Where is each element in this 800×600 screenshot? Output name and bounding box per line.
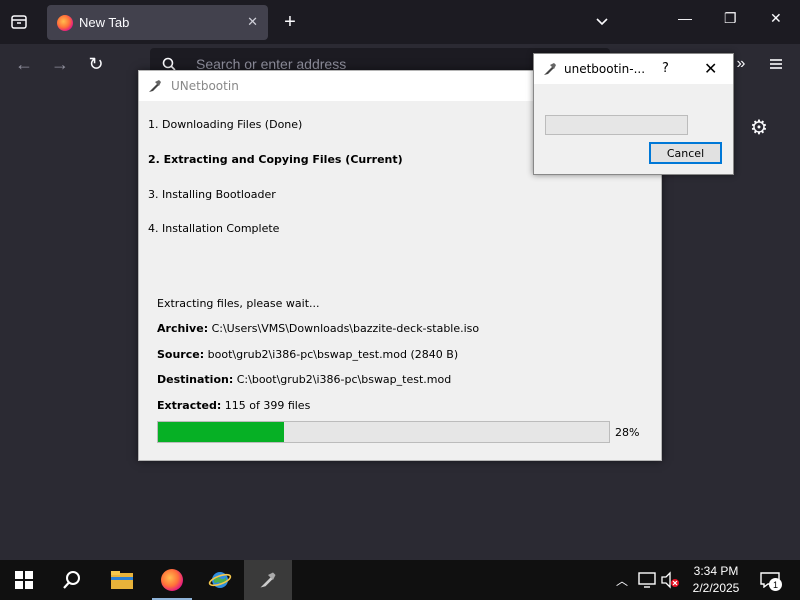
extracted-label: Extracted:	[157, 399, 222, 412]
step-installation-complete: 4. Installation Complete	[148, 222, 280, 235]
clock-date: 2/2/2025	[692, 581, 740, 595]
taskbar-search-button[interactable]	[48, 560, 96, 600]
firefox-favicon-icon	[57, 14, 73, 31]
unetbootin-icon	[149, 80, 161, 92]
gear-icon[interactable]: ⚙	[748, 116, 770, 139]
status-text: Extracting files, please wait...	[157, 297, 320, 310]
cancel-button[interactable]: Cancel	[649, 142, 722, 164]
close-tab-icon[interactable]: ✕	[247, 14, 258, 30]
browser-titlebar: New Tab ✕ + — ❐ ✕	[0, 0, 800, 44]
forward-arrow-icon[interactable]: →	[50, 54, 70, 74]
extracted-line: Extracted: 115 of 399 files	[157, 399, 310, 412]
step-extracting: 2. Extracting and Copying Files (Current…	[148, 153, 403, 166]
unetbootin-dialog: unetbootin-... ? ✕ Cancel	[533, 53, 734, 175]
taskbar-firefox[interactable]	[148, 560, 196, 600]
reload-icon[interactable]: ↻	[86, 54, 106, 74]
taskbar-file-explorer[interactable]	[98, 560, 146, 600]
taskbar-unetbootin[interactable]	[244, 560, 292, 600]
clock-time: 3:34 PM	[693, 564, 739, 578]
hamburger-menu-icon[interactable]	[766, 54, 786, 74]
chevron-up-icon[interactable]: ︿	[614, 572, 630, 588]
network-status-icon[interactable]	[638, 571, 656, 589]
destination-value: C:\boot\grub2\i386-pc\bswap_test.mod	[236, 373, 452, 386]
unetbootin-icon	[544, 63, 556, 75]
archive-value: C:\Users\VMS\Downloads\bazzite-deck-stab…	[211, 322, 480, 335]
minimize-icon[interactable]: —	[678, 10, 692, 26]
window-title: UNetbootin	[171, 79, 239, 93]
dialog-titlebar: unetbootin-... ? ✕	[534, 54, 733, 84]
source-value: boot\grub2\i386-pc\bswap_test.mod (2840 …	[207, 348, 459, 361]
notification-center-icon[interactable]: 1	[758, 570, 782, 591]
chevron-down-icon[interactable]	[592, 12, 612, 32]
taskbar-network-app[interactable]	[196, 560, 244, 600]
progress-fill	[158, 422, 285, 442]
tab-title: New Tab	[79, 15, 130, 30]
dialog-progress-bar	[545, 115, 688, 135]
step-installing-bootloader: 3. Installing Bootloader	[148, 188, 276, 201]
source-label: Source:	[157, 348, 205, 361]
step-downloading: 1. Downloading Files (Done)	[148, 118, 303, 131]
tab-new-tab[interactable]: New Tab ✕	[47, 5, 268, 40]
progress-bar	[157, 421, 610, 443]
new-tab-plus-icon[interactable]: +	[280, 11, 300, 33]
search-icon	[63, 571, 80, 589]
overflow-chevrons-icon[interactable]: »	[732, 54, 750, 74]
windows-logo-icon	[15, 571, 33, 589]
network-globe-icon	[208, 572, 232, 588]
firefox-icon	[161, 569, 183, 591]
help-icon[interactable]: ?	[662, 61, 669, 76]
close-window-icon[interactable]: ✕	[770, 10, 782, 27]
archive-line: Archive: C:\Users\VMS\Downloads\bazzite-…	[157, 322, 479, 335]
search-icon	[162, 57, 176, 71]
archive-label: Archive:	[157, 322, 209, 335]
close-icon[interactable]: ✕	[704, 59, 717, 78]
volume-muted-icon[interactable]	[660, 571, 680, 589]
system-clock[interactable]: 3:34 PM 2/2/2025	[686, 563, 746, 597]
progress-percent: 28%	[615, 426, 640, 439]
folder-icon	[111, 571, 133, 589]
dialog-title: unetbootin-...	[564, 62, 646, 76]
source-line: Source: boot\grub2\i386-pc\bswap_test.mo…	[157, 348, 458, 361]
back-arrow-icon[interactable]: ←	[14, 54, 34, 74]
taskbar: ︿ 3:34 PM 2/2/2025 1	[0, 560, 800, 600]
extracted-value: 115 of 399 files	[224, 399, 311, 412]
destination-line: Destination: C:\boot\grub2\i386-pc\bswap…	[157, 373, 451, 386]
start-button[interactable]	[0, 560, 48, 600]
destination-label: Destination:	[157, 373, 234, 386]
restore-icon[interactable]: ❐	[724, 10, 737, 27]
tab-list-icon[interactable]	[8, 12, 30, 32]
unetbootin-icon	[260, 572, 276, 588]
notification-count: 1	[769, 578, 782, 591]
